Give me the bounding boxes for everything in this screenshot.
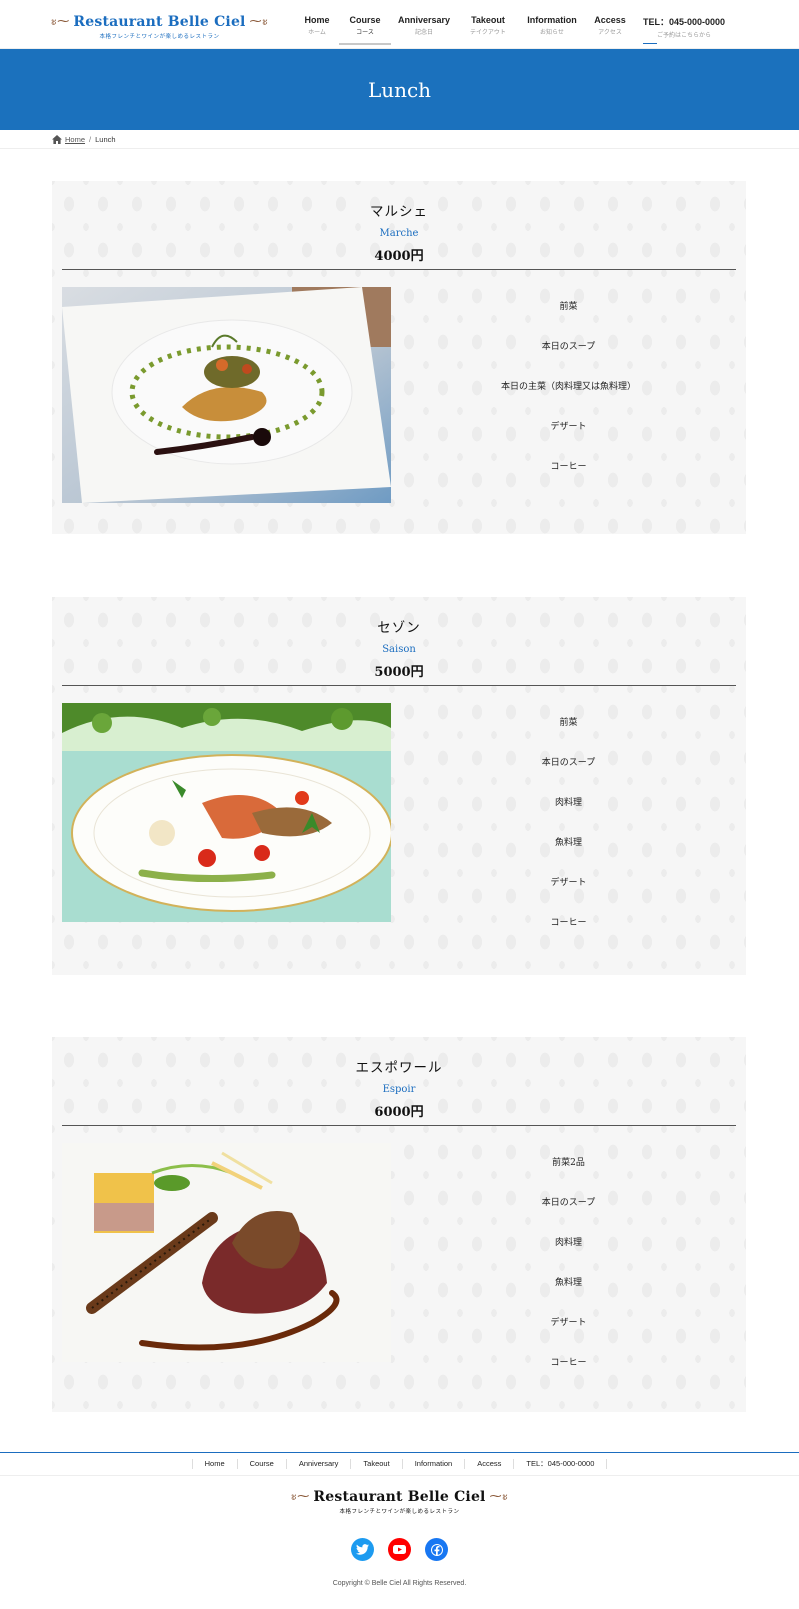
facebook-icon bbox=[430, 1543, 443, 1556]
menu-item: 肉料理 bbox=[554, 798, 582, 808]
menu-item: コーヒー bbox=[550, 1358, 587, 1368]
nav-sublabel: ご予約はこちらから bbox=[656, 33, 711, 39]
nav-label: Course bbox=[349, 15, 381, 25]
nav-indicator bbox=[643, 43, 657, 44]
menu-item: コーヒー bbox=[550, 918, 587, 928]
footer-nav-tel[interactable]: TEL：045-000-0000 bbox=[513, 1459, 608, 1469]
logo-title: Restaurant Belle Ciel bbox=[73, 13, 246, 30]
course-name-en: Marche bbox=[379, 228, 419, 239]
footer-nav: Home Course Anniversary Takeout Informat… bbox=[0, 1452, 799, 1476]
twitter-icon bbox=[356, 1544, 369, 1555]
facebook-link[interactable] bbox=[425, 1538, 448, 1561]
menu-item: 前菜 bbox=[559, 718, 578, 728]
menu-item: 本日のスープ bbox=[541, 1198, 596, 1208]
nav-sublabel: お知らせ bbox=[540, 30, 564, 36]
dish-photo-espoir bbox=[62, 1143, 391, 1362]
site-logo[interactable]: ะ⁓ Restaurant Belle Ciel ⁓ะ 本格フレンチとワインが楽… bbox=[50, 12, 269, 41]
nav-sublabel: テイクアウト bbox=[470, 30, 506, 36]
course-name-en: Saison bbox=[382, 644, 416, 655]
nav-item-tel[interactable]: TEL：045-000-0000 ご予約はこちらから bbox=[635, 0, 733, 49]
logo-subtitle: 本格フレンチとワインが楽しめるレストラン bbox=[99, 34, 220, 40]
nav-sublabel: アクセス bbox=[598, 30, 622, 36]
course-card-espoir: エスポワール Espoir 6000円 前菜2品 本日のスープ 肉料理 魚料理 … bbox=[52, 1037, 746, 1412]
breadcrumb-home-link[interactable]: Home bbox=[65, 135, 85, 144]
nav-label: Information bbox=[527, 15, 577, 25]
course-card-saison: セゾン Saison 5000円 前菜 本日のスープ 肉料理 魚料理 デザート … bbox=[52, 597, 746, 975]
nav-label: Anniversary bbox=[397, 15, 451, 25]
menu-item: 本日のスープ bbox=[541, 758, 596, 768]
divider bbox=[62, 1125, 736, 1126]
menu-item: デザート bbox=[550, 1318, 587, 1328]
site-header: ะ⁓ Restaurant Belle Ciel ⁓ะ 本格フレンチとワインが楽… bbox=[0, 0, 799, 49]
menu-item: 魚料理 bbox=[554, 1278, 582, 1288]
nav-sublabel: コース bbox=[356, 30, 374, 36]
divider bbox=[62, 269, 736, 270]
menu-item: 前菜 bbox=[559, 302, 578, 312]
footer-nav-information[interactable]: Information bbox=[401, 1459, 465, 1469]
course-header: マルシェ Marche 4000円 bbox=[52, 181, 746, 264]
course-header: セゾン Saison 5000円 bbox=[52, 597, 746, 680]
home-icon bbox=[52, 134, 62, 144]
footer-nav-anniversary[interactable]: Anniversary bbox=[285, 1459, 351, 1469]
footer-logo[interactable]: ะ⁓ Restaurant Belle Ciel ⁓ะ 本格フレンチとワインが楽… bbox=[0, 1487, 799, 1516]
nav-item-access[interactable]: Access アクセス bbox=[585, 0, 635, 49]
course-price: 5000円 bbox=[374, 665, 424, 680]
course-name: エスポワール bbox=[355, 1060, 443, 1076]
flourish-right-icon: ⁓ะ bbox=[489, 1489, 509, 1503]
flourish-left-icon: ะ⁓ bbox=[50, 14, 70, 28]
dish-photo-saison bbox=[62, 703, 391, 922]
nav-label: Access bbox=[594, 15, 626, 25]
twitter-link[interactable] bbox=[351, 1538, 374, 1561]
course-menu-list: 前菜 本日のスープ 本日の主菜（肉料理又は魚料理） デザート コーヒー bbox=[391, 287, 746, 487]
course-name: セゾン bbox=[377, 620, 421, 636]
nav-item-anniversary[interactable]: Anniversary 記念日 bbox=[391, 0, 457, 49]
page-title-banner: Lunch bbox=[0, 49, 799, 130]
nav-item-information[interactable]: Information お知らせ bbox=[519, 0, 585, 49]
nav-label: Home bbox=[304, 15, 330, 25]
copyright: Copyright © Belle Ciel All Rights Reserv… bbox=[332, 1580, 467, 1587]
nav-label: TEL：045-000-0000 bbox=[642, 17, 726, 27]
menu-item: 前菜2品 bbox=[552, 1158, 585, 1168]
menu-item: デザート bbox=[550, 422, 587, 432]
nav-item-home[interactable]: Home ホーム bbox=[295, 0, 339, 49]
footer-logo-subtitle: 本格フレンチとワインが楽しめるレストラン bbox=[339, 1509, 460, 1515]
footer-nav-access[interactable]: Access bbox=[464, 1459, 513, 1469]
footer-nav-course[interactable]: Course bbox=[236, 1459, 286, 1469]
nav-item-course[interactable]: Course コース bbox=[339, 0, 391, 49]
dish-photo-marche bbox=[62, 287, 391, 503]
youtube-link[interactable] bbox=[388, 1538, 411, 1561]
youtube-icon bbox=[393, 1545, 406, 1554]
course-menu-list: 前菜 本日のスープ 肉料理 魚料理 デザート コーヒー bbox=[391, 703, 746, 943]
course-price: 6000円 bbox=[374, 1105, 424, 1120]
flourish-left-icon: ะ⁓ bbox=[290, 1489, 310, 1503]
footer-nav-home[interactable]: Home bbox=[191, 1459, 237, 1469]
footer-nav-takeout[interactable]: Takeout bbox=[350, 1459, 401, 1469]
flourish-right-icon: ⁓ะ bbox=[249, 14, 269, 28]
menu-item: 肉料理 bbox=[554, 1238, 582, 1248]
nav-label: Takeout bbox=[471, 15, 505, 25]
course-price: 4000円 bbox=[374, 249, 424, 264]
course-header: エスポワール Espoir 6000円 bbox=[52, 1037, 746, 1120]
menu-item: 本日のスープ bbox=[541, 342, 596, 352]
nav-sublabel: ホーム bbox=[308, 30, 326, 36]
nav-sublabel: 記念日 bbox=[414, 30, 433, 36]
breadcrumb-separator: / bbox=[89, 134, 92, 144]
menu-item: コーヒー bbox=[550, 462, 587, 472]
menu-item: 本日の主菜（肉料理又は魚料理） bbox=[500, 382, 636, 392]
breadcrumb: Home / Lunch bbox=[0, 130, 799, 149]
social-links bbox=[0, 1538, 799, 1561]
course-name-en: Espoir bbox=[382, 1084, 416, 1095]
menu-item: 魚料理 bbox=[554, 838, 582, 848]
menu-item: デザート bbox=[550, 878, 587, 888]
breadcrumb-current: Lunch bbox=[95, 134, 116, 144]
course-card-marche: マルシェ Marche 4000円 前菜 本日のスープ 本日の主菜（肉料理又は魚… bbox=[52, 181, 746, 534]
course-menu-list: 前菜2品 本日のスープ 肉料理 魚料理 デザート コーヒー bbox=[391, 1143, 746, 1383]
nav-item-takeout[interactable]: Takeout テイクアウト bbox=[457, 0, 519, 49]
course-name: マルシェ bbox=[370, 204, 428, 220]
page-title: Lunch bbox=[367, 77, 432, 102]
divider bbox=[62, 685, 736, 686]
global-nav: Home ホーム Course コース Anniversary 記念日 Take… bbox=[295, 0, 733, 49]
footer-logo-title: Restaurant Belle Ciel bbox=[313, 1488, 486, 1505]
